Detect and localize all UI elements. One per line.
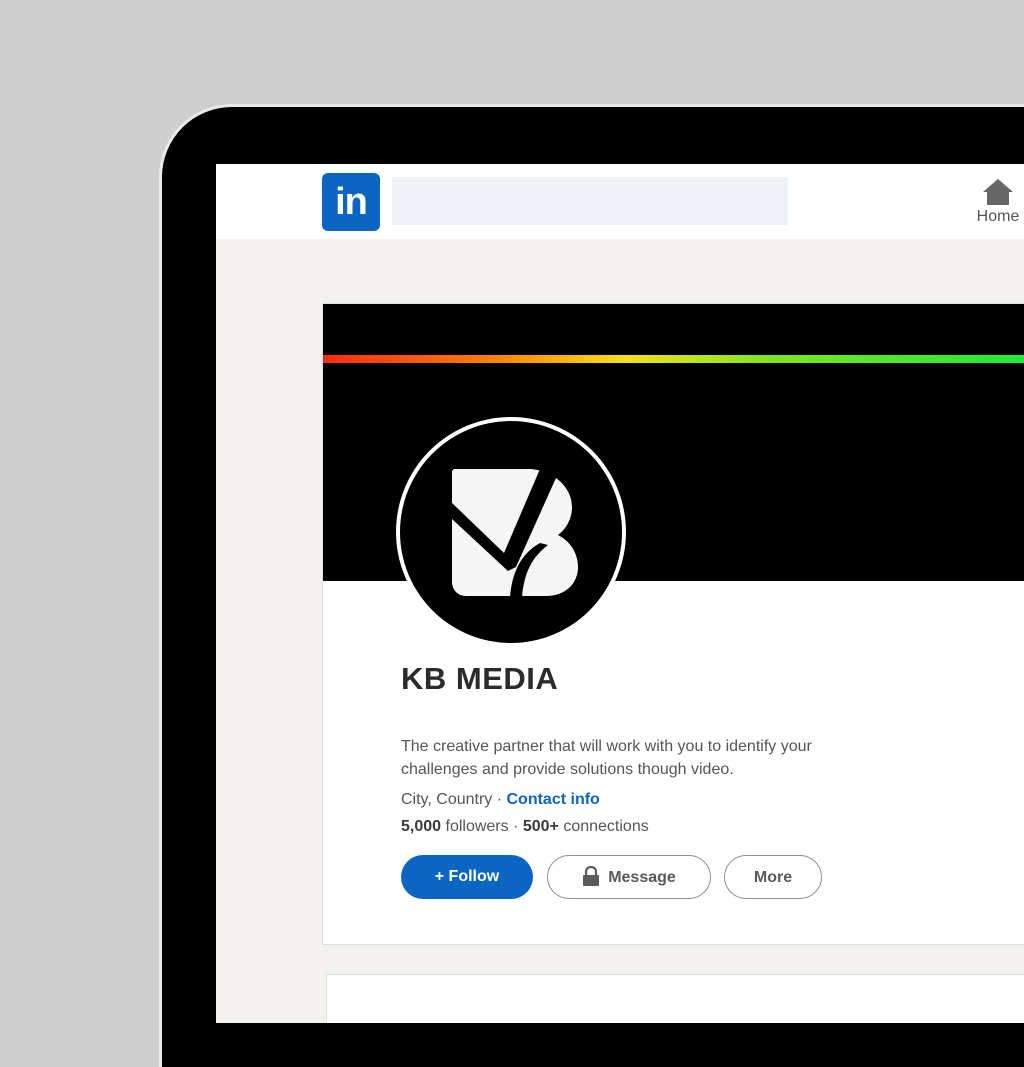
separator-dot: · bbox=[492, 791, 507, 808]
location-row: City, Country · Contact info bbox=[401, 791, 600, 809]
separator-dot: · bbox=[508, 818, 523, 835]
nav-home[interactable]: Home bbox=[968, 178, 1024, 226]
message-button-label: Message bbox=[608, 869, 676, 886]
followers-count: 5,000 bbox=[401, 818, 442, 835]
more-button[interactable]: More bbox=[724, 855, 822, 899]
follow-button[interactable]: + Follow bbox=[401, 855, 533, 899]
profile-card: KB MEDIA The creative partner that will … bbox=[322, 303, 1024, 945]
company-avatar[interactable] bbox=[400, 421, 622, 643]
search-input[interactable] bbox=[392, 177, 788, 225]
linkedin-logo[interactable]: in bbox=[322, 173, 380, 231]
secondary-card bbox=[326, 974, 1024, 1023]
connections-count: 500+ bbox=[522, 818, 559, 835]
contact-info-link[interactable]: Contact info bbox=[507, 791, 600, 808]
lock-icon bbox=[583, 865, 600, 886]
nav-home-label: Home bbox=[976, 208, 1020, 225]
stats-row: 5,000 followers · 500+ connections bbox=[401, 818, 649, 836]
company-name: KB MEDIA bbox=[401, 661, 559, 696]
banner-gradient-stripe bbox=[323, 355, 1024, 363]
connections-label: connections bbox=[558, 818, 649, 835]
company-tagline: The creative partner that will work with… bbox=[401, 738, 812, 778]
kb-media-logo bbox=[452, 469, 578, 597]
top-navigation-bar: in Home bbox=[216, 164, 1024, 239]
message-button[interactable]: Message bbox=[547, 855, 711, 899]
home-icon bbox=[983, 179, 1013, 205]
browser-screen: in Home KB MEDIA The creative partner th… bbox=[216, 164, 1024, 1023]
followers-label: followers bbox=[441, 818, 509, 835]
location-text: City, Country bbox=[401, 791, 493, 808]
